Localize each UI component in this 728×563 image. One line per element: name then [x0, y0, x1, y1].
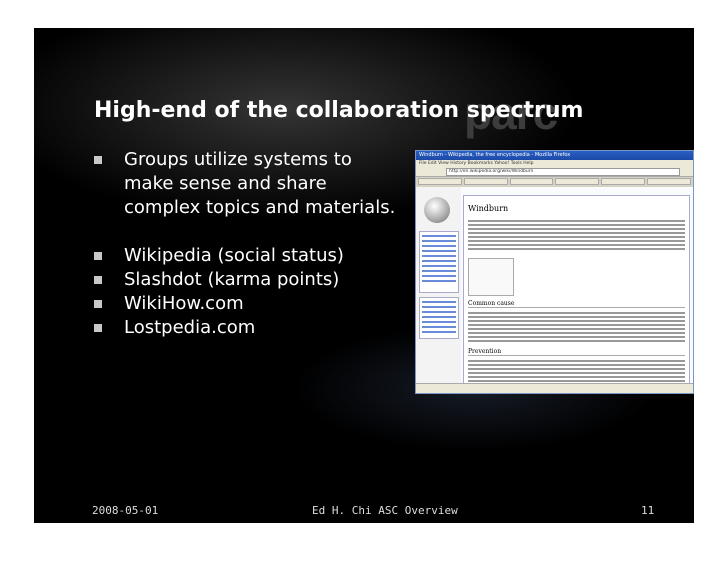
bullet-square-icon: [94, 276, 102, 284]
bullet-text: Slashdot (karma points): [124, 269, 340, 290]
wikipedia-logo-icon: [424, 197, 450, 223]
bullet-gap: [94, 220, 404, 244]
bullet-text: Groups utilize systems to make sense and…: [124, 149, 396, 218]
browser-url: http://en.wikipedia.org/wiki/Windburn: [446, 168, 680, 176]
slide-title: High-end of the collaboration spectrum: [94, 98, 584, 123]
article-text: [468, 312, 685, 344]
section-heading: Prevention: [468, 348, 685, 356]
bullet-list: Groups utilize systems to make sense and…: [94, 148, 404, 340]
article-text: [468, 220, 685, 252]
bullet-square-icon: [94, 300, 102, 308]
browser-tab: [509, 178, 554, 185]
bullet-text: Wikipedia (social status): [124, 245, 344, 266]
browser-screenshot: Windburn - Wikipedia, the free encyclope…: [415, 150, 694, 394]
bullet-square-icon: [94, 252, 102, 260]
footer-page-number: 11: [641, 504, 655, 517]
browser-menu-bar: File Edit View History Bookmarks Yahoo! …: [416, 160, 693, 167]
wiki-content: Windburn Common cause Prevention: [463, 195, 690, 393]
section-heading: Common cause: [468, 300, 685, 308]
browser-tab: [463, 178, 508, 185]
bullet-text: WikiHow.com: [124, 293, 244, 314]
browser-tab: [601, 178, 646, 185]
browser-address-bar: http://en.wikipedia.org/wiki/Windburn: [416, 167, 693, 177]
footer-date: 2008-05-01: [92, 504, 159, 517]
wiki-nav-box: [419, 231, 459, 293]
bullet-square-icon: [94, 156, 102, 164]
browser-title-bar: Windburn - Wikipedia, the free encyclope…: [416, 151, 693, 160]
browser-tab: [418, 178, 462, 185]
bullet-item: WikiHow.com: [94, 292, 404, 316]
article-title: Windburn: [468, 204, 509, 213]
table-of-contents: [468, 258, 514, 296]
bullet-item: Slashdot (karma points): [94, 268, 404, 292]
bullet-text: Lostpedia.com: [124, 317, 256, 338]
bullet-item: Groups utilize systems to make sense and…: [94, 148, 404, 220]
browser-tab: [647, 178, 691, 185]
bullet-item: Lostpedia.com: [94, 316, 404, 340]
wiki-sidebar: [416, 187, 461, 384]
bullet-item: Wikipedia (social status): [94, 244, 404, 268]
browser-tab: [555, 178, 600, 185]
wiki-page: Windburn Common cause Prevention: [416, 187, 693, 393]
browser-status-bar: [416, 383, 693, 393]
wiki-toolbox: [419, 297, 459, 339]
bullet-square-icon: [94, 324, 102, 332]
footer-center: Ed H. Chi ASC Overview: [312, 504, 458, 517]
browser-tabs: [416, 177, 693, 187]
